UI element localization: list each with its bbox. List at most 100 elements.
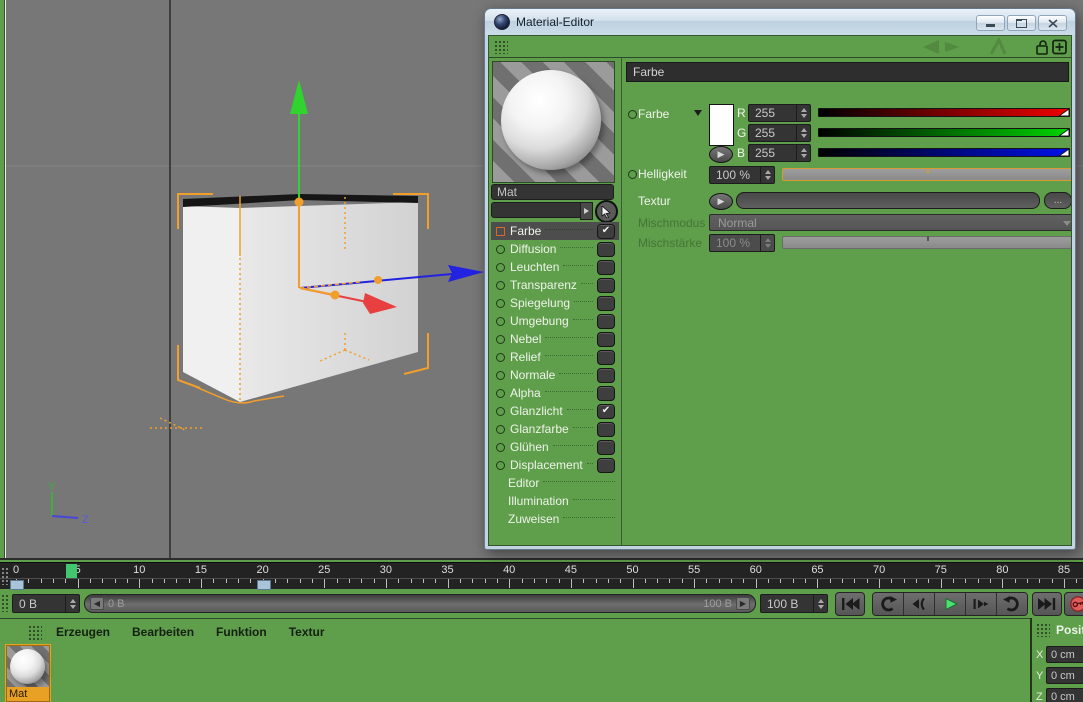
channel-item-glanzfarbe[interactable]: Glanzfarbe [491,420,619,438]
channel-item-displacement[interactable]: Displacement [491,456,619,474]
play-forward-button[interactable] [934,593,965,615]
rgb-expand-button[interactable]: ▶ [709,146,733,163]
cube-left-face[interactable] [183,206,240,402]
channel-item-diffusion[interactable]: Diffusion [491,240,619,258]
channel-checkbox[interactable] [597,457,615,473]
color-anim-dot[interactable] [628,110,637,119]
spinner-arrows-icon[interactable] [796,145,810,161]
color-swatch[interactable] [709,104,734,146]
channel-item-spiegelung[interactable]: Spiegelung [491,294,619,312]
color-dropdown-arrow[interactable] [694,110,702,116]
rgb-gradient-slider-g[interactable] [818,128,1070,137]
next-frame-button[interactable] [965,593,996,615]
toolbar-grip[interactable] [494,40,508,54]
channel-item-transparenz[interactable]: Transparenz [491,276,619,294]
mix-strength-slider[interactable] [782,236,1071,249]
coordinate-field-x[interactable]: 0 cm [1046,646,1083,663]
timeline-ruler[interactable]: 0 5 10 15 20 25 30 35 40 45 50 55 60 65 70 75 80 85 [0,562,1083,590]
spinner-arrows-icon[interactable] [796,105,810,121]
spinner-arrows-icon[interactable] [796,125,810,141]
channel-item-glühen[interactable]: Glühen [491,438,619,456]
rgb-gradient-slider-b[interactable] [818,148,1070,157]
channel-checkbox[interactable] [597,367,615,383]
menu-item-textur[interactable]: Textur [289,625,325,639]
channel-item-alpha[interactable]: Alpha [491,384,619,402]
go-to-end-button[interactable] [1032,592,1062,616]
menu-item-bearbeiten[interactable]: Bearbeiten [132,625,194,639]
preview-range-slider[interactable]: ◀ 0 B 100 B ▶ [84,594,756,613]
page-item-zuweisen[interactable]: Zuweisen [491,510,619,528]
range-left-arrow-icon[interactable]: ◀ [90,597,104,610]
previous-key-button[interactable] [873,593,903,615]
spinner-arrows-icon[interactable] [65,595,79,612]
rgb-gradient-slider-r[interactable] [818,108,1070,117]
channel-item-leuchten[interactable]: Leuchten [491,258,619,276]
page-item-editor[interactable]: Editor [491,474,619,492]
material-editor-window[interactable]: Material-Editor Mat Farbe ✔ Diffusion Le… [484,8,1076,550]
channel-item-umgebung[interactable]: Umgebung [491,312,619,330]
channel-checkbox[interactable] [597,331,615,347]
mix-mode-dropdown[interactable]: Normal [709,214,1071,231]
material-name-field[interactable]: Mat [491,184,614,200]
channel-item-glanzlicht[interactable]: Glanzlicht ✔ [491,402,619,420]
controls-grip[interactable] [1,594,9,612]
channel-checkbox[interactable]: ✔ [597,403,615,419]
keyframe-marker[interactable] [256,580,271,590]
channel-checkbox[interactable]: ✔ [597,223,615,239]
timeline-playhead[interactable] [65,564,77,578]
coordinate-field-z[interactable]: 0 cm [1046,688,1083,702]
pick-shader-button[interactable] [595,200,618,223]
next-key-button[interactable] [996,593,1027,615]
axis-origin-dot[interactable] [294,197,304,207]
menubar-grip[interactable] [28,624,42,640]
axis-y-handle[interactable] [290,80,308,200]
rgb-spinner-g[interactable]: 255 [748,124,811,142]
channel-checkbox[interactable] [597,385,615,401]
brightness-slider[interactable] [782,168,1071,181]
channel-item-normale[interactable]: Normale [491,366,619,384]
channel-checkbox[interactable] [597,241,615,257]
brightness-anim-dot[interactable] [628,170,637,179]
shader-search-field[interactable] [491,202,589,218]
material-thumbnail[interactable]: Mat [5,644,51,702]
spinner-arrows-icon[interactable] [813,595,827,612]
previous-frame-button[interactable] [903,593,934,615]
coordinates-grip[interactable] [1036,623,1050,637]
ruler-grip[interactable] [1,567,9,585]
rgb-spinner-b[interactable]: 255 [748,144,811,162]
rgb-spinner-r[interactable]: 255 [748,104,811,122]
channel-checkbox[interactable] [597,421,615,437]
channel-item-farbe[interactable]: Farbe ✔ [491,222,619,240]
channel-item-relief[interactable]: Relief [491,348,619,366]
channel-checkbox[interactable] [597,295,615,311]
lock-icon[interactable] [1035,39,1049,55]
close-button[interactable] [1038,15,1067,31]
page-item-illumination[interactable]: Illumination [491,492,619,510]
channel-item-nebel[interactable]: Nebel [491,330,619,348]
window-titlebar[interactable]: Material-Editor [485,9,1075,35]
slider-handle-icon[interactable] [1057,104,1070,122]
cube-front-face[interactable] [240,202,418,402]
menu-item-funktion[interactable]: Funktion [216,625,267,639]
channel-checkbox[interactable] [597,313,615,329]
materials-shelf[interactable]: Mat [0,644,1030,702]
material-preview[interactable] [492,61,615,183]
spinner-arrows-icon[interactable] [760,167,774,183]
channel-checkbox[interactable] [597,439,615,455]
brightness-spinner[interactable]: 100 % [709,166,775,184]
column-separator[interactable] [621,58,622,545]
record-keyframes-button[interactable] [1064,592,1083,616]
go-to-start-button[interactable] [835,592,865,616]
texture-field[interactable] [736,192,1040,209]
channel-checkbox[interactable] [597,349,615,365]
minimize-button[interactable] [976,15,1005,31]
add-icon[interactable] [1052,39,1067,55]
mix-strength-spinner[interactable]: 100 % [709,234,775,252]
menu-item-erzeugen[interactable]: Erzeugen [56,625,110,639]
texture-expand-button[interactable]: ▶ [709,193,733,210]
channel-checkbox[interactable] [597,277,615,293]
maximize-button[interactable] [1007,15,1036,31]
coordinate-field-y[interactable]: 0 cm [1046,667,1083,684]
slider-handle-icon[interactable] [1057,124,1070,142]
current-frame-spinner[interactable]: 0 B [12,594,80,613]
